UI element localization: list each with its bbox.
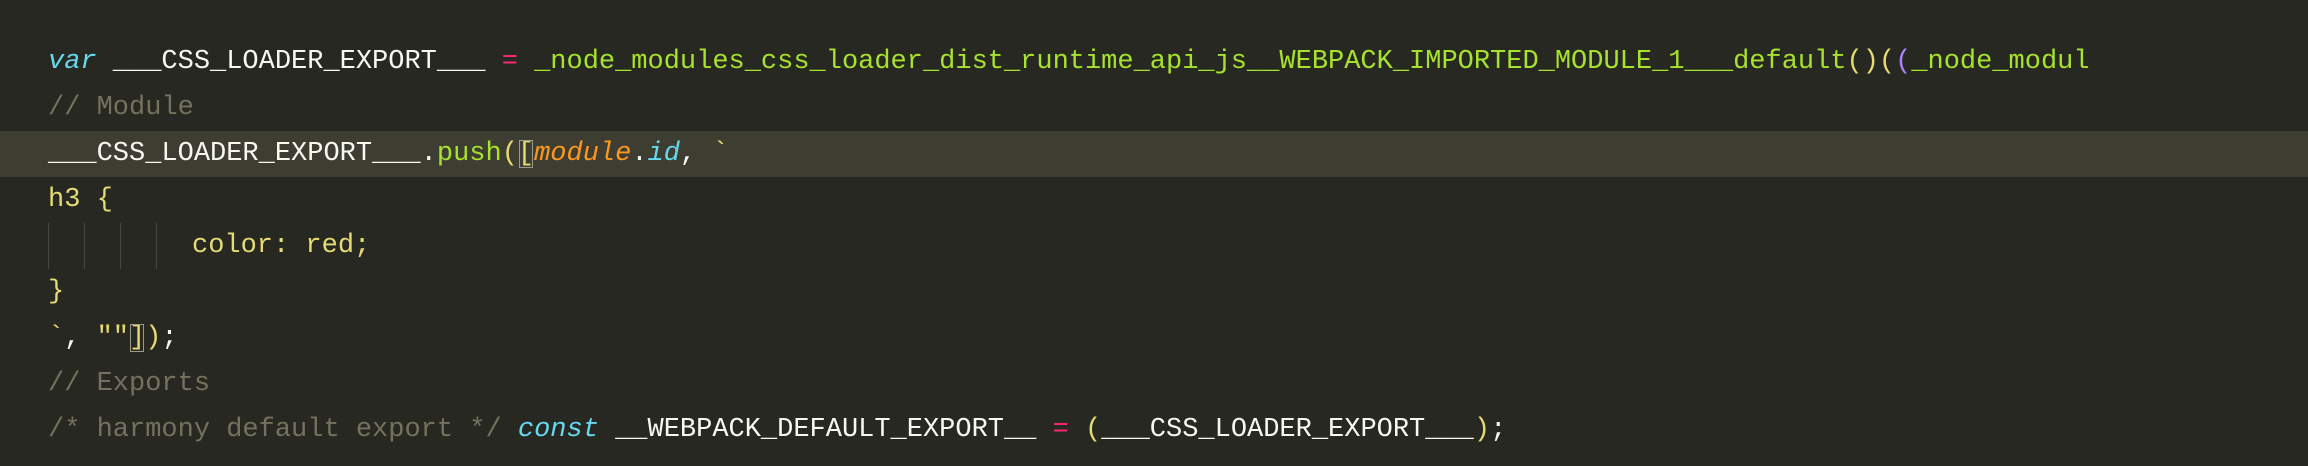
css-close-brace: } [48, 277, 65, 307]
keyword-const: const [517, 415, 599, 445]
bracket-match-open: [ [517, 139, 535, 169]
paren-open: ( [1878, 47, 1896, 77]
comma: , [64, 323, 97, 353]
parameter-module: module [534, 139, 632, 169]
code-line-3-active[interactable]: ___CSS_LOADER_EXPORT___.push([module.id,… [0, 131, 2308, 177]
paren-close: ) [145, 323, 162, 353]
indent-guide [84, 223, 120, 269]
keyword-var: var [48, 47, 97, 77]
identifier: ___CSS_LOADER_EXPORT___ [96, 47, 502, 77]
indent-guide [120, 223, 156, 269]
paren-open: ( [1085, 415, 1102, 445]
code-line-8[interactable]: // Exports [0, 361, 2308, 407]
semicolon: ; [1490, 415, 1507, 445]
semicolon: ; [161, 323, 178, 353]
comment: /* harmony default export */ [48, 415, 502, 445]
paren-open: ( [501, 139, 518, 169]
template-tick: ` [712, 139, 729, 169]
comma: , [679, 139, 713, 169]
indent-guide [48, 223, 84, 269]
identifier: ___CSS_LOADER_EXPORT___ [48, 139, 421, 169]
property-id: id [647, 139, 680, 169]
function-name: _node_modules_css_loader_dist_runtime_ap… [517, 47, 1847, 77]
parentheses: () [1846, 47, 1879, 77]
comment: // Exports [48, 369, 211, 399]
paren-close: ) [1473, 415, 1491, 445]
css-declaration: color: red; [192, 231, 371, 261]
bracket-match-close: ] [129, 323, 146, 353]
operator: = [1052, 415, 1069, 445]
code-line-2[interactable]: // Module [0, 85, 2308, 131]
code-line-6[interactable]: } [0, 269, 2308, 315]
code-line-1[interactable]: var ___CSS_LOADER_EXPORT___ = _node_modu… [0, 39, 2308, 85]
identifier: __WEBPACK_DEFAULT_EXPORT__ [598, 415, 1053, 445]
code-line-7[interactable]: `, ""]); [0, 315, 2308, 361]
dot: . [420, 139, 437, 169]
template-tick: ` [48, 323, 65, 353]
code-editor[interactable]: var ___CSS_LOADER_EXPORT___ = _node_modu… [0, 0, 2308, 466]
method-name: push [436, 139, 502, 169]
code-line-4[interactable]: h3 { [0, 177, 2308, 223]
function-name-truncated: _node_modul [1911, 47, 2090, 77]
comment: // Module [48, 93, 194, 123]
code-line-5[interactable]: color: red; [0, 223, 2308, 269]
string-literal: "" [96, 323, 130, 353]
dot: . [631, 139, 648, 169]
indent-guide [156, 223, 192, 269]
identifier: ___CSS_LOADER_EXPORT___ [1101, 415, 1474, 445]
code-line-9[interactable]: /* harmony default export */ const __WEB… [0, 407, 2308, 453]
css-selector: h3 { [48, 185, 113, 215]
paren-open-inner: ( [1895, 47, 1912, 77]
operator: = [501, 47, 518, 77]
